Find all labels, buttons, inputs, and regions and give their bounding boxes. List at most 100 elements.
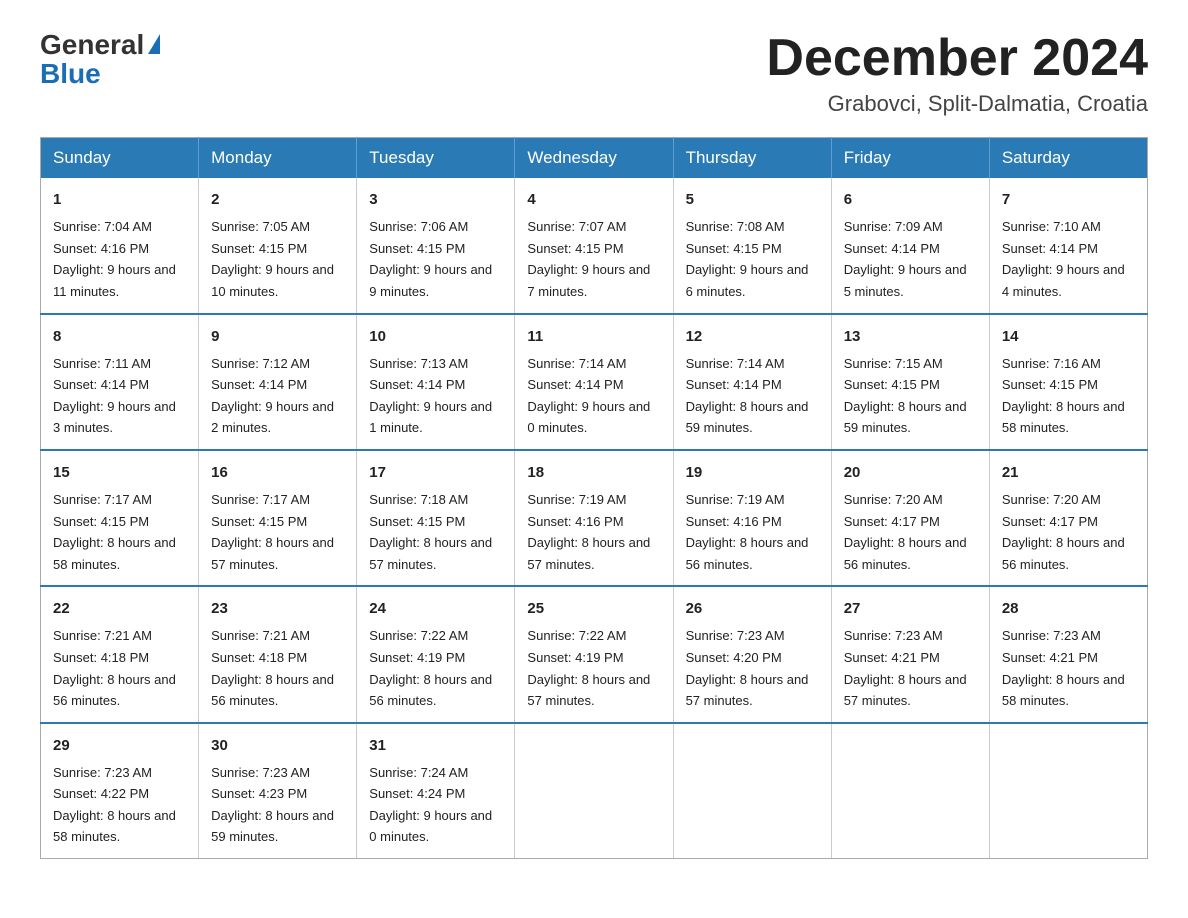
day-number: 26 (686, 597, 819, 621)
calendar-body: 1 Sunrise: 7:04 AMSunset: 4:16 PMDaylight… (41, 178, 1148, 858)
day-info: Sunrise: 7:19 AMSunset: 4:16 PMDaylight:… (686, 492, 809, 572)
day-number: 12 (686, 325, 819, 349)
day-cell-13: 13 Sunrise: 7:15 AMSunset: 4:15 PMDayligh… (831, 314, 989, 450)
day-number: 22 (53, 597, 186, 621)
day-info: Sunrise: 7:22 AMSunset: 4:19 PMDaylight:… (527, 628, 650, 708)
day-info: Sunrise: 7:11 AMSunset: 4:14 PMDaylight:… (53, 356, 176, 436)
logo-blue: Blue (40, 59, 160, 90)
day-number: 21 (1002, 461, 1135, 485)
day-number: 23 (211, 597, 344, 621)
day-cell-26: 26 Sunrise: 7:23 AMSunset: 4:20 PMDayligh… (673, 586, 831, 722)
day-info: Sunrise: 7:16 AMSunset: 4:15 PMDaylight:… (1002, 356, 1125, 436)
header-tuesday: Tuesday (357, 138, 515, 179)
day-cell-16: 16 Sunrise: 7:17 AMSunset: 4:15 PMDayligh… (199, 450, 357, 586)
day-number: 27 (844, 597, 977, 621)
day-number: 10 (369, 325, 502, 349)
day-info: Sunrise: 7:23 AMSunset: 4:21 PMDaylight:… (1002, 628, 1125, 708)
day-info: Sunrise: 7:05 AMSunset: 4:15 PMDaylight:… (211, 219, 334, 299)
day-number: 31 (369, 734, 502, 758)
day-info: Sunrise: 7:17 AMSunset: 4:15 PMDaylight:… (211, 492, 334, 572)
day-number: 2 (211, 188, 344, 212)
day-info: Sunrise: 7:23 AMSunset: 4:20 PMDaylight:… (686, 628, 809, 708)
day-cell-3: 3 Sunrise: 7:06 AMSunset: 4:15 PMDaylight… (357, 178, 515, 313)
empty-cell (989, 723, 1147, 859)
day-info: Sunrise: 7:13 AMSunset: 4:14 PMDaylight:… (369, 356, 492, 436)
day-info: Sunrise: 7:20 AMSunset: 4:17 PMDaylight:… (1002, 492, 1125, 572)
day-info: Sunrise: 7:06 AMSunset: 4:15 PMDaylight:… (369, 219, 492, 299)
day-info: Sunrise: 7:04 AMSunset: 4:16 PMDaylight:… (53, 219, 176, 299)
header-friday: Friday (831, 138, 989, 179)
day-cell-30: 30 Sunrise: 7:23 AMSunset: 4:23 PMDayligh… (199, 723, 357, 859)
day-info: Sunrise: 7:07 AMSunset: 4:15 PMDaylight:… (527, 219, 650, 299)
week-row-4: 22 Sunrise: 7:21 AMSunset: 4:18 PMDayligh… (41, 586, 1148, 722)
day-cell-23: 23 Sunrise: 7:21 AMSunset: 4:18 PMDayligh… (199, 586, 357, 722)
day-number: 29 (53, 734, 186, 758)
day-info: Sunrise: 7:21 AMSunset: 4:18 PMDaylight:… (211, 628, 334, 708)
header-monday: Monday (199, 138, 357, 179)
day-number: 9 (211, 325, 344, 349)
day-number: 28 (1002, 597, 1135, 621)
location: Grabovci, Split-Dalmatia, Croatia (766, 91, 1148, 117)
day-info: Sunrise: 7:15 AMSunset: 4:15 PMDaylight:… (844, 356, 967, 436)
day-info: Sunrise: 7:08 AMSunset: 4:15 PMDaylight:… (686, 219, 809, 299)
day-info: Sunrise: 7:14 AMSunset: 4:14 PMDaylight:… (527, 356, 650, 436)
day-info: Sunrise: 7:22 AMSunset: 4:19 PMDaylight:… (369, 628, 492, 708)
empty-cell (673, 723, 831, 859)
day-info: Sunrise: 7:14 AMSunset: 4:14 PMDaylight:… (686, 356, 809, 436)
day-cell-27: 27Sunrise: 7:23 AMSunset: 4:21 PMDayligh… (831, 586, 989, 722)
day-number: 6 (844, 188, 977, 212)
empty-cell (515, 723, 673, 859)
day-cell-1: 1 Sunrise: 7:04 AMSunset: 4:16 PMDaylight… (41, 178, 199, 313)
day-number: 3 (369, 188, 502, 212)
header-saturday: Saturday (989, 138, 1147, 179)
day-number: 16 (211, 461, 344, 485)
header-row: SundayMondayTuesdayWednesdayThursdayFrid… (41, 138, 1148, 179)
day-cell-2: 2 Sunrise: 7:05 AMSunset: 4:15 PMDaylight… (199, 178, 357, 313)
day-cell-31: 31 Sunrise: 7:24 AMSunset: 4:24 PMDayligh… (357, 723, 515, 859)
day-number: 13 (844, 325, 977, 349)
title-area: December 2024 Grabovci, Split-Dalmatia, … (766, 30, 1148, 117)
day-number: 4 (527, 188, 660, 212)
calendar-table: SundayMondayTuesdayWednesdayThursdayFrid… (40, 137, 1148, 859)
logo: General Blue (40, 30, 160, 90)
page-header: General Blue December 2024 Grabovci, Spl… (40, 30, 1148, 117)
day-info: Sunrise: 7:23 AMSunset: 4:23 PMDaylight:… (211, 765, 334, 845)
day-cell-22: 22 Sunrise: 7:21 AMSunset: 4:18 PMDayligh… (41, 586, 199, 722)
day-cell-6: 6 Sunrise: 7:09 AMSunset: 4:14 PMDaylight… (831, 178, 989, 313)
day-info: Sunrise: 7:09 AMSunset: 4:14 PMDaylight:… (844, 219, 967, 299)
month-title: December 2024 (766, 30, 1148, 87)
day-number: 19 (686, 461, 819, 485)
day-cell-25: 25 Sunrise: 7:22 AMSunset: 4:19 PMDayligh… (515, 586, 673, 722)
day-cell-15: 15 Sunrise: 7:17 AMSunset: 4:15 PMDayligh… (41, 450, 199, 586)
day-info: Sunrise: 7:10 AMSunset: 4:14 PMDaylight:… (1002, 219, 1125, 299)
day-info: Sunrise: 7:18 AMSunset: 4:15 PMDaylight:… (369, 492, 492, 572)
calendar-header: SundayMondayTuesdayWednesdayThursdayFrid… (41, 138, 1148, 179)
week-row-5: 29Sunrise: 7:23 AMSunset: 4:22 PMDayligh… (41, 723, 1148, 859)
day-number: 17 (369, 461, 502, 485)
day-number: 25 (527, 597, 660, 621)
day-info: Sunrise: 7:19 AMSunset: 4:16 PMDaylight:… (527, 492, 650, 572)
day-cell-18: 18 Sunrise: 7:19 AMSunset: 4:16 PMDayligh… (515, 450, 673, 586)
day-number: 7 (1002, 188, 1135, 212)
day-number: 30 (211, 734, 344, 758)
day-number: 15 (53, 461, 186, 485)
week-row-3: 15 Sunrise: 7:17 AMSunset: 4:15 PMDayligh… (41, 450, 1148, 586)
day-info: Sunrise: 7:24 AMSunset: 4:24 PMDaylight:… (369, 765, 492, 845)
day-cell-17: 17 Sunrise: 7:18 AMSunset: 4:15 PMDayligh… (357, 450, 515, 586)
day-number: 5 (686, 188, 819, 212)
header-sunday: Sunday (41, 138, 199, 179)
day-cell-21: 21 Sunrise: 7:20 AMSunset: 4:17 PMDayligh… (989, 450, 1147, 586)
header-wednesday: Wednesday (515, 138, 673, 179)
day-info: Sunrise: 7:21 AMSunset: 4:18 PMDaylight:… (53, 628, 176, 708)
day-cell-4: 4 Sunrise: 7:07 AMSunset: 4:15 PMDaylight… (515, 178, 673, 313)
day-info: Sunrise: 7:17 AMSunset: 4:15 PMDaylight:… (53, 492, 176, 572)
day-cell-12: 12 Sunrise: 7:14 AMSunset: 4:14 PMDayligh… (673, 314, 831, 450)
day-cell-28: 28 Sunrise: 7:23 AMSunset: 4:21 PMDayligh… (989, 586, 1147, 722)
day-cell-19: 19 Sunrise: 7:19 AMSunset: 4:16 PMDayligh… (673, 450, 831, 586)
day-cell-24: 24Sunrise: 7:22 AMSunset: 4:19 PMDayligh… (357, 586, 515, 722)
day-cell-8: 8Sunrise: 7:11 AMSunset: 4:14 PMDaylight… (41, 314, 199, 450)
day-number: 18 (527, 461, 660, 485)
day-cell-7: 7 Sunrise: 7:10 AMSunset: 4:14 PMDaylight… (989, 178, 1147, 313)
day-cell-29: 29Sunrise: 7:23 AMSunset: 4:22 PMDayligh… (41, 723, 199, 859)
day-number: 1 (53, 188, 186, 212)
